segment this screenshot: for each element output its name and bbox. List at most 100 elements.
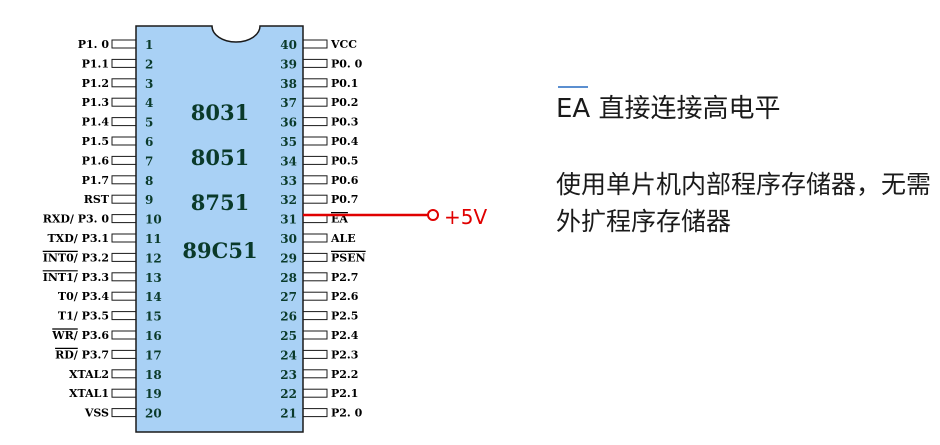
pin-stub bbox=[302, 408, 328, 418]
pin-stub bbox=[302, 78, 328, 88]
pin-number: 21 bbox=[280, 407, 297, 421]
pin-label: P2.3 bbox=[331, 348, 358, 361]
pin-number: 25 bbox=[280, 329, 297, 343]
pin-label: P1.2 bbox=[82, 77, 109, 90]
pin-number: 11 bbox=[145, 232, 162, 246]
chip-part-name: 8031 bbox=[191, 100, 249, 125]
chip-part-name: 8751 bbox=[191, 190, 249, 215]
pin-stub bbox=[111, 330, 137, 340]
pin-label: PSEN bbox=[331, 251, 366, 264]
pin-number: 5 bbox=[145, 116, 153, 130]
pin-number: 2 bbox=[145, 57, 153, 71]
pin-stub bbox=[302, 252, 328, 262]
pin-number: 19 bbox=[145, 387, 162, 401]
pin-label: P2.7 bbox=[331, 271, 358, 284]
pin-stub bbox=[302, 136, 328, 146]
pin-label: P1.3 bbox=[82, 96, 109, 109]
pin-label: P1.6 bbox=[82, 154, 110, 167]
pin-stub bbox=[302, 233, 328, 243]
pin-stub bbox=[111, 214, 137, 224]
pin-stub bbox=[302, 291, 328, 301]
pin-stub bbox=[111, 252, 137, 262]
pin-stub bbox=[302, 388, 328, 398]
pin-stub bbox=[302, 97, 328, 107]
pin-number: 29 bbox=[280, 251, 297, 265]
pin-label: P1.5 bbox=[82, 135, 109, 148]
left-pins: P1. 0 P1.1 P1.2 P1.3 P1.4 P1.5 P1.6 P1.7 RST RXD/… bbox=[43, 38, 137, 420]
pin-number: 38 bbox=[280, 77, 297, 91]
pin-stub bbox=[302, 330, 328, 340]
pin-label: P0.5 bbox=[331, 154, 358, 167]
pin-label: T0/ P3.4 bbox=[58, 290, 109, 303]
pin-stub bbox=[302, 311, 328, 321]
pin-label: P0.6 bbox=[331, 174, 359, 187]
pin-number: 24 bbox=[280, 348, 297, 362]
ea-note: EA 直接连接高电平 bbox=[556, 86, 781, 125]
pin-number: 31 bbox=[280, 213, 297, 227]
pin-stub bbox=[302, 58, 328, 68]
pin-label: P1.7 bbox=[82, 174, 109, 187]
pin-stub bbox=[302, 175, 328, 185]
pin-label: P2.4 bbox=[331, 329, 359, 342]
pin-number: 7 bbox=[145, 154, 153, 168]
pin-label: P2.2 bbox=[331, 368, 358, 381]
pin-stub bbox=[111, 369, 137, 379]
pin-number: 23 bbox=[280, 368, 297, 382]
pin-number: 37 bbox=[280, 96, 297, 110]
pin-label: VSS bbox=[84, 407, 109, 420]
pin-number: 9 bbox=[145, 193, 153, 207]
pin-label: P0. 0 bbox=[331, 57, 363, 70]
pin-number: 40 bbox=[280, 38, 297, 52]
pin-label: P0.4 bbox=[331, 135, 359, 148]
pin-number: 35 bbox=[280, 135, 297, 149]
pin-label: XTAL2 bbox=[69, 368, 109, 381]
pin-number: 10 bbox=[145, 213, 162, 227]
chip-part-name: 8051 bbox=[191, 145, 249, 170]
pin-label: VCC bbox=[330, 38, 357, 51]
pin-stub bbox=[111, 272, 137, 282]
ea-note-text: 直接连接高电平 bbox=[590, 94, 781, 124]
pin-label: P2. 0 bbox=[331, 407, 363, 420]
pin-label: INT1/ P3.3 bbox=[43, 271, 109, 284]
pin-number: 3 bbox=[145, 77, 153, 91]
pin-stub bbox=[302, 194, 328, 204]
pin-number: 39 bbox=[280, 57, 297, 71]
pin-label: P0.7 bbox=[331, 193, 358, 206]
pin-stub bbox=[111, 117, 137, 127]
right-pins: VCCP0. 0P0.1P0.2P0.3P0.4P0.5P0.6P0.7EAAL… bbox=[302, 38, 366, 420]
pin-label: INT0/ P3.2 bbox=[43, 251, 109, 264]
pin-stub bbox=[302, 349, 328, 359]
pin-label: ALE bbox=[330, 232, 356, 245]
pin-stub bbox=[302, 272, 328, 282]
pin-stub bbox=[111, 78, 137, 88]
pin-stub bbox=[111, 58, 137, 68]
pin-label: P0.3 bbox=[331, 116, 358, 129]
pin-stub bbox=[111, 408, 137, 418]
pin-label: WR/ P3.6 bbox=[51, 329, 109, 342]
pin-stub bbox=[111, 97, 137, 107]
pin-stub bbox=[111, 136, 137, 146]
pin-number: 15 bbox=[145, 310, 162, 324]
chip-part-name: 89C51 bbox=[182, 238, 257, 263]
pin-label: P1.1 bbox=[82, 57, 109, 70]
pin-label: P0.2 bbox=[331, 96, 358, 109]
pin-number: 13 bbox=[145, 271, 162, 285]
pin-label: TXD/ P3.1 bbox=[47, 232, 109, 245]
pin-number: 16 bbox=[145, 329, 162, 343]
pin-stub bbox=[111, 175, 137, 185]
pin-stub bbox=[111, 311, 137, 321]
pin-number: 34 bbox=[280, 154, 297, 168]
pin-number: 14 bbox=[145, 290, 162, 304]
pin-label: P2.5 bbox=[331, 310, 358, 323]
pin-number: 33 bbox=[280, 174, 297, 188]
pin-stub bbox=[302, 369, 328, 379]
pin-number: 12 bbox=[145, 251, 162, 265]
pin-stub bbox=[302, 117, 328, 127]
pin-number: 32 bbox=[280, 193, 297, 207]
pin-label: RST bbox=[84, 193, 110, 206]
pin-number: 26 bbox=[280, 310, 297, 324]
vcc-label: +5V bbox=[444, 205, 487, 229]
pin-stub bbox=[111, 233, 137, 243]
pin-stub bbox=[111, 349, 137, 359]
pin-label: RD/ P3.7 bbox=[55, 348, 109, 361]
